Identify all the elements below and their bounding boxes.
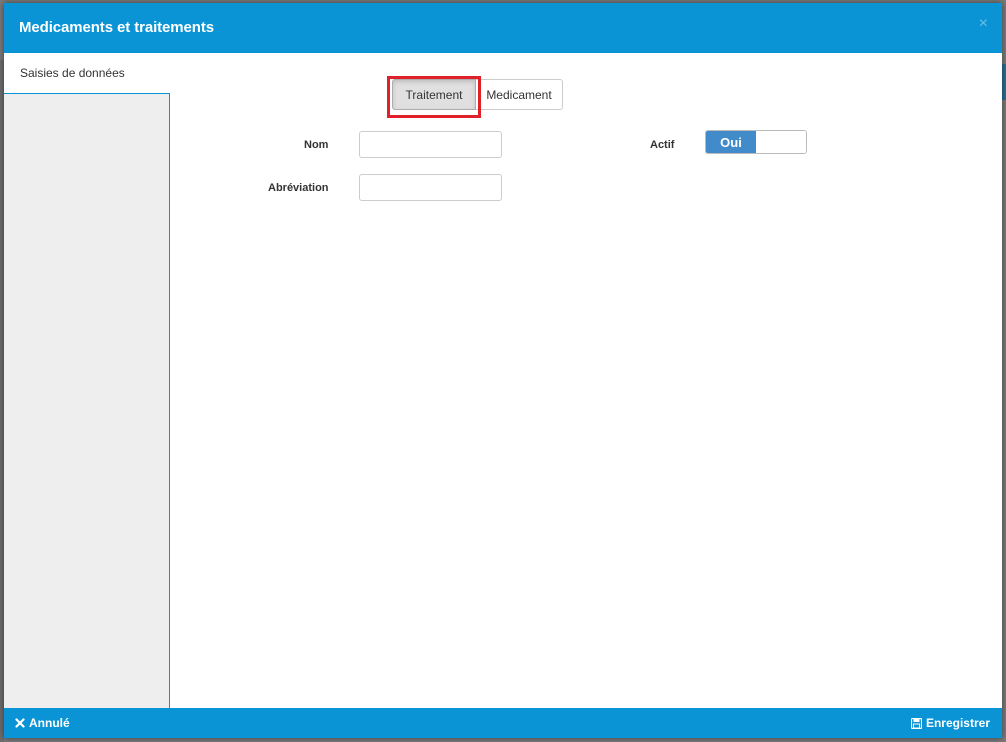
save-label: Enregistrer <box>925 716 990 730</box>
sidebar-tab-label: Saisies de données <box>20 66 125 80</box>
type-toggle-group: Traitement Medicament <box>392 79 563 110</box>
actif-switch-handle <box>756 131 806 153</box>
save-button[interactable]: Enregistrer <box>910 716 990 730</box>
modal-title: Medicaments et traitements <box>19 19 214 36</box>
medication-modal: Medicaments et traitements × Saisies de … <box>4 3 1002 738</box>
nom-label: Nom <box>304 139 329 151</box>
close-icon[interactable]: × <box>979 15 988 33</box>
sidebar-tab-data-entry[interactable]: Saisies de données <box>4 53 170 93</box>
floppy-disk-icon <box>910 717 922 729</box>
actif-switch[interactable]: Oui <box>705 130 807 154</box>
actif-switch-on: Oui <box>706 131 756 153</box>
abreviation-label: Abréviation <box>268 182 329 194</box>
nom-input[interactable] <box>359 131 502 158</box>
medicament-button[interactable]: Medicament <box>476 79 563 110</box>
modal-footer: Annulé Enregistrer <box>4 708 1002 738</box>
abreviation-input[interactable] <box>359 174 502 201</box>
actif-label: Actif <box>650 139 675 151</box>
modal-header: Medicaments et traitements × <box>4 3 1002 53</box>
cancel-button[interactable]: Annulé <box>15 716 70 730</box>
cancel-label: Annulé <box>29 716 70 730</box>
times-icon <box>15 718 25 728</box>
sidebar-panel <box>4 93 170 709</box>
traitement-button[interactable]: Traitement <box>392 79 476 110</box>
